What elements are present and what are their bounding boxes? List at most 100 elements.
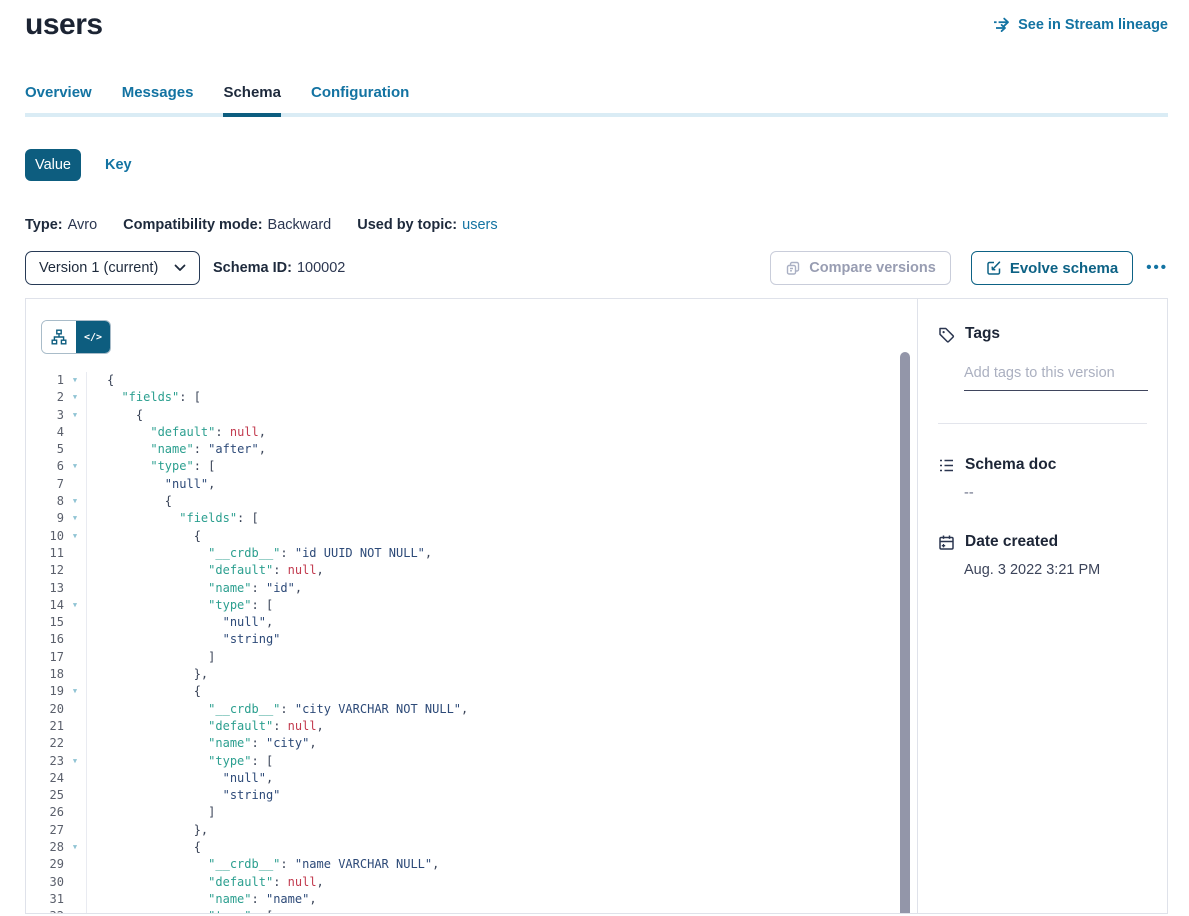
- compare-versions-label: Compare versions: [809, 260, 936, 276]
- fold-spacer: [64, 856, 86, 873]
- code-text: "fields": [: [86, 510, 899, 527]
- tab-configuration[interactable]: Configuration: [311, 84, 409, 113]
- tag-icon: [938, 326, 955, 343]
- code-text: ]: [86, 649, 899, 666]
- line-number: 31: [26, 891, 64, 908]
- code-text: "default": null,: [86, 424, 899, 441]
- code-text: "type": [: [86, 597, 899, 614]
- code-text: "string": [86, 787, 899, 804]
- tags-input[interactable]: [964, 365, 1148, 391]
- compare-icon: [785, 260, 801, 276]
- code-line: 12 "default": null,: [26, 562, 899, 579]
- code-text: {: [86, 372, 899, 389]
- schema-doc-heading: Schema doc: [965, 456, 1056, 474]
- tab-messages[interactable]: Messages: [122, 84, 194, 113]
- code-line: 10▼ {: [26, 528, 899, 545]
- fold-spacer: [64, 631, 86, 648]
- tab-schema[interactable]: Schema: [223, 84, 281, 113]
- fold-toggle-icon[interactable]: ▼: [64, 493, 86, 510]
- fold-toggle-icon[interactable]: ▼: [64, 753, 86, 770]
- schema-id-label: Schema ID:: [213, 260, 292, 276]
- editor-vertical-scrollbar[interactable]: [900, 352, 910, 913]
- metadata-value-link[interactable]: users: [462, 217, 497, 233]
- code-view-button[interactable]: </>: [76, 321, 110, 353]
- code-line: 17 ]: [26, 649, 899, 666]
- line-number: 26: [26, 804, 64, 821]
- metadata-item: Compatibility mode:Backward: [123, 217, 331, 233]
- fold-toggle-icon[interactable]: ▼: [64, 839, 86, 856]
- code-view[interactable]: 1▼{2▼ "fields": [3▼ {4 "default": null,5…: [26, 372, 899, 913]
- metadata-value: Backward: [268, 217, 332, 233]
- fold-toggle-icon[interactable]: ▼: [64, 510, 86, 527]
- code-line: 11 "__crdb__": "id UUID NOT NULL",: [26, 545, 899, 562]
- stream-lineage-icon: [993, 17, 1011, 33]
- date-created-heading-row: Date created: [938, 533, 1147, 551]
- line-number: 9: [26, 510, 64, 527]
- fold-spacer: [64, 545, 86, 562]
- metadata-value: Avro: [68, 217, 98, 233]
- fold-spacer: [64, 441, 86, 458]
- tab-track: [25, 113, 1168, 117]
- line-number: 14: [26, 597, 64, 614]
- line-number: 32: [26, 908, 64, 913]
- sidebar-divider: [938, 423, 1147, 424]
- code-line: 9▼ "fields": [: [26, 510, 899, 527]
- edit-icon: [986, 260, 1002, 276]
- date-created-value: Aug. 3 2022 3:21 PM: [964, 562, 1147, 578]
- line-number: 29: [26, 856, 64, 873]
- code-text: "null",: [86, 770, 899, 787]
- code-line: 31 "name": "name",: [26, 891, 899, 908]
- key-tab-link[interactable]: Key: [105, 157, 132, 173]
- fold-toggle-icon[interactable]: ▼: [64, 389, 86, 406]
- compare-versions-button[interactable]: Compare versions: [770, 251, 951, 285]
- tab-overview[interactable]: Overview: [25, 84, 92, 113]
- fold-toggle-icon[interactable]: ▼: [64, 683, 86, 700]
- line-number: 12: [26, 562, 64, 579]
- fold-toggle-icon[interactable]: ▼: [64, 372, 86, 389]
- schema-doc-value: --: [964, 485, 1147, 501]
- code-text: "fields": [: [86, 389, 899, 406]
- line-number: 1: [26, 372, 64, 389]
- page: users See in Stream lineage Overview Mess…: [0, 0, 1189, 916]
- fold-spacer: [64, 770, 86, 787]
- line-number: 19: [26, 683, 64, 700]
- code-text: {: [86, 407, 899, 424]
- doc-list-icon: [938, 457, 955, 474]
- code-text: "default": null,: [86, 562, 899, 579]
- code-line: 15 "null",: [26, 614, 899, 631]
- version-select-value: Version 1 (current): [39, 260, 158, 276]
- fold-spacer: [64, 649, 86, 666]
- fold-spacer: [64, 787, 86, 804]
- code-line: 8▼ {: [26, 493, 899, 510]
- line-number: 23: [26, 753, 64, 770]
- code-line: 30 "default": null,: [26, 874, 899, 891]
- line-number: 15: [26, 614, 64, 631]
- fold-toggle-icon[interactable]: ▼: [64, 458, 86, 475]
- stream-lineage-link[interactable]: See in Stream lineage: [993, 17, 1168, 33]
- code-text: },: [86, 666, 899, 683]
- line-number: 4: [26, 424, 64, 441]
- fold-toggle-icon[interactable]: ▼: [64, 597, 86, 614]
- stream-lineage-label: See in Stream lineage: [1018, 17, 1168, 33]
- line-number: 25: [26, 787, 64, 804]
- code-line: 13 "name": "id",: [26, 580, 899, 597]
- tree-view-button[interactable]: [42, 321, 76, 353]
- fold-toggle-icon[interactable]: ▼: [64, 528, 86, 545]
- fold-toggle-icon[interactable]: ▼: [64, 407, 86, 424]
- evolve-schema-button[interactable]: Evolve schema: [971, 251, 1133, 285]
- code-line: 25 "string": [26, 787, 899, 804]
- code-text: "string": [86, 631, 899, 648]
- code-text: "type": [: [86, 753, 899, 770]
- fold-toggle-icon[interactable]: ▼: [64, 908, 86, 913]
- code-line: 27 },: [26, 822, 899, 839]
- more-actions-button[interactable]: •••: [1146, 251, 1168, 285]
- code-line: 14▼ "type": [: [26, 597, 899, 614]
- line-number: 7: [26, 476, 64, 493]
- version-select[interactable]: Version 1 (current): [25, 251, 200, 285]
- value-tab-button[interactable]: Value: [25, 149, 81, 181]
- evolve-schema-label: Evolve schema: [1010, 260, 1118, 277]
- code-view-icon: </>: [84, 332, 102, 343]
- fold-spacer: [64, 822, 86, 839]
- code-line: 20 "__crdb__": "city VARCHAR NOT NULL",: [26, 701, 899, 718]
- page-header: users See in Stream lineage: [25, 0, 1168, 42]
